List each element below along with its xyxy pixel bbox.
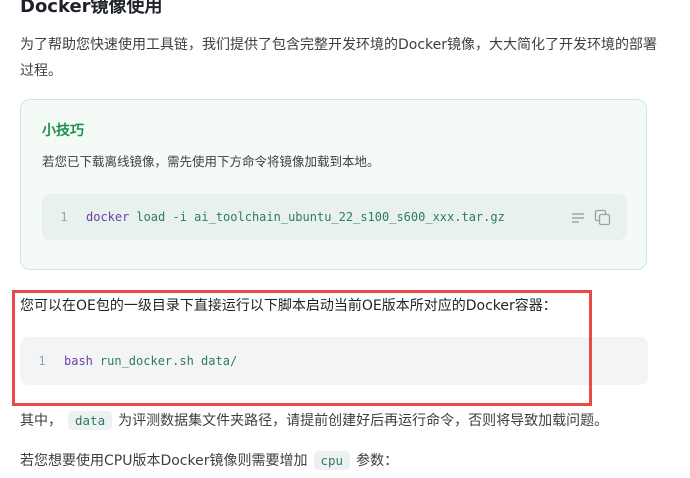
cpu-paragraph: 若您想要使用CPU版本Docker镜像则需要增加 cpu 参数：: [20, 450, 398, 470]
inline-code-cpu: cpu: [313, 450, 351, 470]
run-paragraph: 您可以在OE包的一级目录下直接运行以下脚本启动当前OE版本所对应的Docker容…: [20, 298, 557, 314]
line-number: 1: [38, 354, 46, 368]
data-paragraph-before: 其中，: [20, 413, 62, 429]
line-number: 1: [60, 210, 68, 224]
code-args: load -i ai_toolchain_ubuntu_22_s100_s600…: [136, 210, 505, 224]
intro-paragraph: 为了帮助您快速使用工具链，我们提供了包含完整开发环境的Docker镜像，大大简化…: [20, 37, 658, 79]
docs-page: Docker镜像使用 为了帮助您快速使用工具链，我们提供了包含完整开发环境的Do…: [0, 0, 690, 478]
data-paragraph-after: 为评测数据集文件夹路径，请提前创建好后再运行命令，否则将导致加载问题。: [118, 413, 609, 429]
code-line: 1 bash run_docker.sh data/: [20, 337, 237, 385]
tip-callout: 小技巧 若您已下载离线镜像，需先使用下方命令将镜像加载到本地。 1 docker…: [20, 99, 647, 270]
data-paragraph: 其中， data 为评测数据集文件夹路径，请提前创建好后再运行命令，否则将导致加…: [20, 410, 608, 430]
copy-icon[interactable]: [594, 209, 611, 226]
cpu-paragraph-before: 若您想要使用CPU版本Docker镜像则需要增加: [20, 453, 308, 469]
wrap-icon[interactable]: [570, 210, 586, 226]
code-actions: [570, 209, 611, 226]
code-line: 1 docker load -i ai_toolchain_ubuntu_22_…: [42, 194, 505, 240]
tip-title: 小技巧: [42, 123, 84, 139]
section-heading: Docker镜像使用: [20, 0, 163, 17]
cpu-paragraph-after: 参数：: [356, 453, 399, 469]
tip-text: 若您已下载离线镜像，需先使用下方命令将镜像加载到本地。: [42, 154, 380, 169]
code-command: docker: [86, 210, 130, 224]
code-command: bash: [64, 354, 93, 368]
run-code-block[interactable]: 1 bash run_docker.sh data/: [20, 337, 648, 385]
code-args: run_docker.sh data/: [99, 354, 238, 368]
tip-code-block[interactable]: 1 docker load -i ai_toolchain_ubuntu_22_…: [42, 194, 627, 240]
inline-code-data: data: [68, 410, 113, 430]
